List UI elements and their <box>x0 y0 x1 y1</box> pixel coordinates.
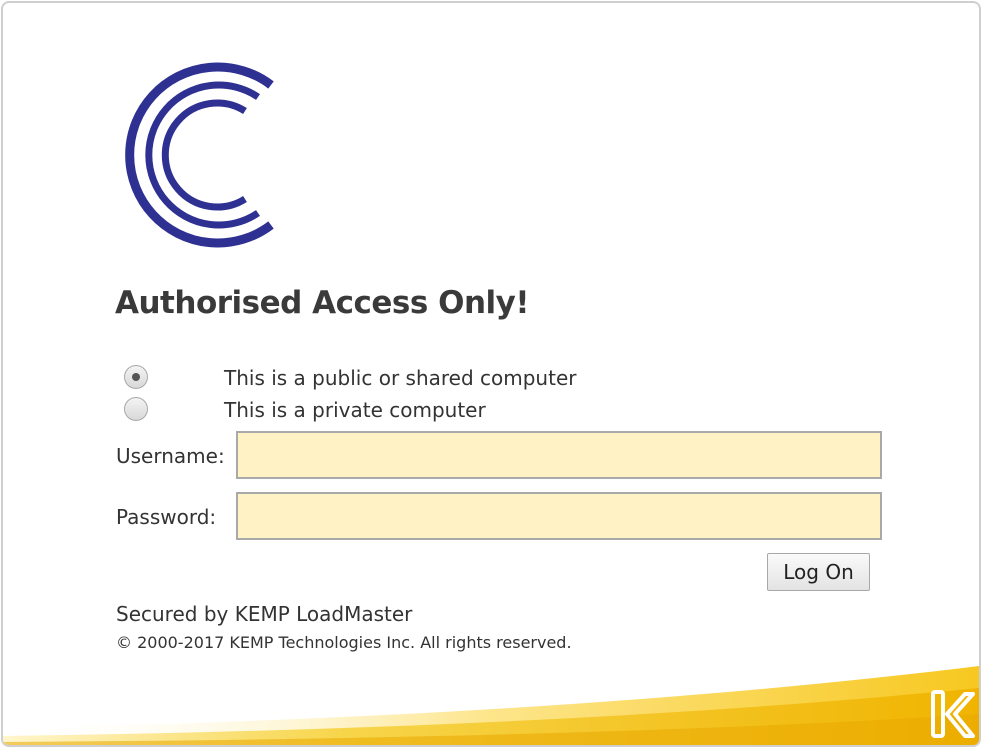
secured-by-text: Secured by KEMP LoadMaster <box>116 602 413 626</box>
kemp-k-icon <box>931 690 975 738</box>
radio-private-computer[interactable] <box>124 397 148 421</box>
password-label: Password: <box>116 505 217 529</box>
radio-public-computer[interactable] <box>124 365 148 389</box>
radio-label-public[interactable]: This is a public or shared computer <box>224 365 576 391</box>
username-label: Username: <box>116 444 225 468</box>
c-logo-icon <box>125 62 274 248</box>
footer-swoosh <box>3 666 979 745</box>
page-title: Authorised Access Only! <box>115 285 529 321</box>
login-panel: Authorised Access Only! This is a public… <box>1 1 981 747</box>
copyright-text: © 2000-2017 KEMP Technologies Inc. All r… <box>116 633 572 652</box>
radio-label-private[interactable]: This is a private computer <box>224 397 486 423</box>
username-field[interactable] <box>236 431 882 479</box>
log-on-button[interactable]: Log On <box>767 553 870 591</box>
password-field[interactable] <box>236 492 882 540</box>
radio-selected-dot <box>132 373 140 381</box>
